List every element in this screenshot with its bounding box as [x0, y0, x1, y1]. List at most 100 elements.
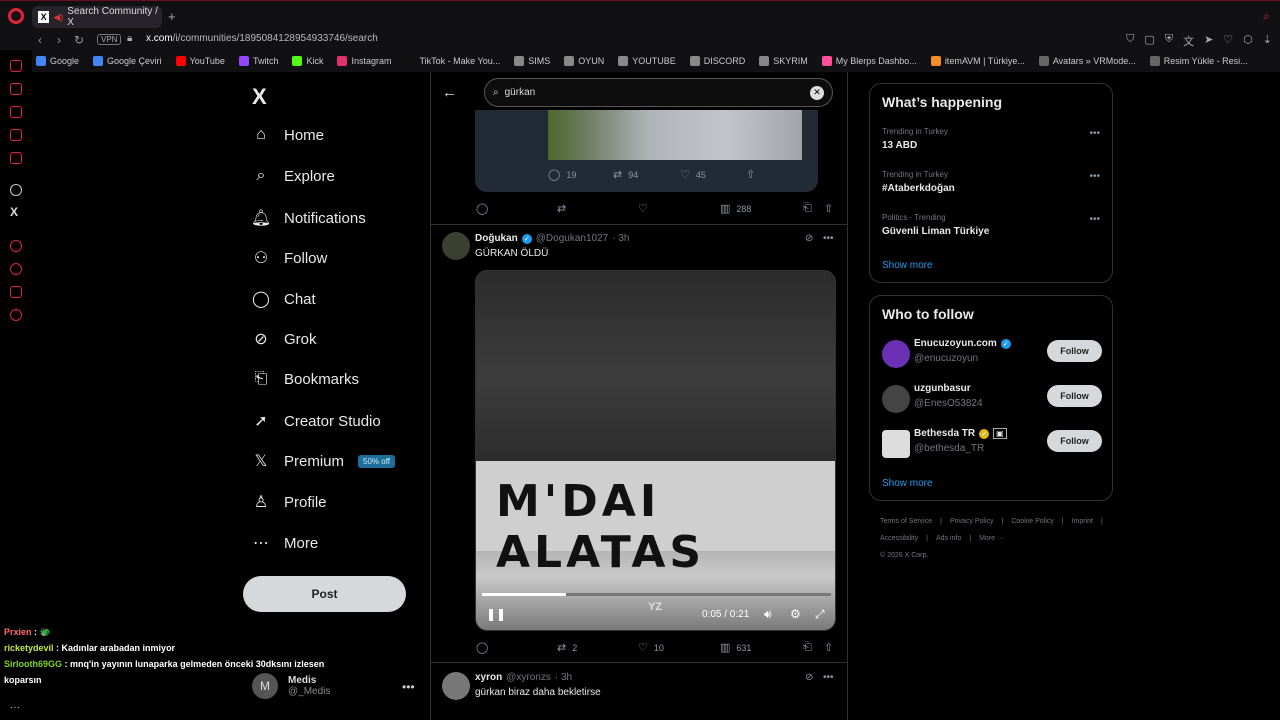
- grok-icon[interactable]: ⊘: [805, 233, 813, 244]
- snapshot-icon[interactable]: ▢: [1144, 33, 1154, 49]
- views-button[interactable]: ▥ 631: [720, 641, 751, 654]
- bookmark-item[interactable]: Google: [36, 56, 79, 66]
- nav-item-creator-studio[interactable]: ➚ Creator Studio: [250, 411, 380, 431]
- follow-button[interactable]: Follow: [1047, 340, 1102, 362]
- video-progress-bar[interactable]: [482, 593, 831, 596]
- bookmark-item[interactable]: TikTok - Make You...: [405, 56, 500, 66]
- footer-link[interactable]: Ads info: [936, 532, 961, 545]
- fullscreen-icon[interactable]: ⤢: [815, 607, 825, 622]
- footer-link[interactable]: More ···: [979, 532, 1004, 545]
- search-tabs-icon[interactable]: ⌕: [1263, 9, 1270, 24]
- nav-item-premium[interactable]: 𝕏 Premium 50% off: [250, 451, 395, 471]
- quoted-tweet-image[interactable]: [548, 110, 802, 160]
- like-button[interactable]: ♡ 10: [638, 641, 664, 654]
- volume-icon[interactable]: 🔊︎: [764, 607, 772, 622]
- footer-link[interactable]: Cookie Policy: [1011, 515, 1053, 528]
- bookmark-item[interactable]: Google Çeviri: [93, 56, 162, 66]
- dock-icon[interactable]: [10, 129, 22, 141]
- bookmark-item[interactable]: Avatars » VRMode...: [1038, 56, 1136, 66]
- trend-more-icon[interactable]: •••: [1089, 214, 1100, 225]
- tweet-author-handle[interactable]: @xyronzs: [506, 672, 551, 683]
- prev-reply-button[interactable]: ◯: [476, 202, 488, 215]
- trend-item[interactable]: 13 ABD: [882, 140, 917, 151]
- nav-item-home[interactable]: ⌂ Home: [250, 126, 324, 144]
- tweet-time[interactable]: · 3h: [612, 233, 629, 244]
- footer-link[interactable]: Terms of Service: [880, 515, 932, 528]
- show-more-link[interactable]: Show more: [882, 478, 933, 489]
- nav-item-follow[interactable]: ⚇ Follow: [250, 248, 328, 268]
- bookmark-page-icon[interactable]: ⛉: [1126, 33, 1134, 49]
- quoted-reply[interactable]: ◯ 19: [548, 168, 576, 181]
- new-tab-button[interactable]: +: [168, 9, 176, 24]
- extensions-icon[interactable]: ⬡: [1243, 33, 1253, 49]
- dock-icon[interactable]: [10, 286, 22, 298]
- adblock-icon[interactable]: ⛨: [1165, 33, 1173, 49]
- prev-bookmark-button[interactable]: ⎗: [803, 202, 812, 215]
- video-settings-icon[interactable]: ⚙: [790, 607, 801, 621]
- bookmark-item[interactable]: YouTube: [175, 56, 225, 66]
- bookmark-button[interactable]: ⎗: [803, 641, 812, 654]
- tweet-video[interactable]: M'DAI ALATAS ❚❚ YZ 0:05 / 0:21 🔊︎ ⚙ ⤢: [475, 270, 836, 631]
- browser-tab-active[interactable]: X ◀) Search Community / X: [32, 6, 162, 28]
- back-arrow-icon[interactable]: ←: [442, 84, 457, 101]
- bookmark-item[interactable]: SKYRIM: [759, 56, 808, 66]
- bookmark-item[interactable]: OYUN: [564, 56, 604, 66]
- follow-button[interactable]: Follow: [1047, 385, 1102, 407]
- vpn-badge[interactable]: VPN: [97, 34, 122, 45]
- share-button[interactable]: ⇧: [824, 641, 833, 654]
- forward-icon[interactable]: ›: [57, 33, 61, 47]
- bookmark-item[interactable]: Kick: [292, 56, 323, 66]
- post-button[interactable]: Post: [243, 576, 406, 612]
- prev-views[interactable]: ▥ 288: [720, 202, 751, 215]
- history-dock-icon[interactable]: [10, 263, 22, 275]
- bookmark-item[interactable]: SIMS: [514, 56, 550, 66]
- grok-icon[interactable]: ⊘: [805, 672, 813, 683]
- bookmark-item[interactable]: Instagram: [337, 56, 392, 66]
- translate-icon[interactable]: 文: [1183, 33, 1194, 49]
- send-icon[interactable]: ➤: [1204, 33, 1213, 49]
- nav-item-bookmarks[interactable]: ⎗ Bookmarks: [250, 370, 359, 388]
- bookmark-item[interactable]: DISCORD: [689, 56, 745, 66]
- footer-link[interactable]: Imprint: [1072, 515, 1093, 528]
- quoted-like[interactable]: ♡ 45: [680, 168, 706, 181]
- lock-icon[interactable]: 🔒︎: [127, 33, 132, 44]
- avatar[interactable]: [442, 672, 470, 700]
- dock-icon[interactable]: [10, 240, 22, 252]
- dock-icon[interactable]: [10, 106, 22, 118]
- nav-item-grok[interactable]: ⊘ Grok: [250, 329, 316, 349]
- x-dock-icon[interactable]: X: [10, 205, 18, 219]
- avatar[interactable]: [442, 232, 470, 260]
- dock-icon[interactable]: [10, 83, 22, 95]
- footer-link[interactable]: Privacy Policy: [950, 515, 994, 528]
- nav-item-profile[interactable]: ♙ Profile: [250, 492, 327, 512]
- tweet-time[interactable]: · 3h: [555, 672, 572, 683]
- footer-link[interactable]: © 2026 X Corp.: [880, 549, 1110, 562]
- tweet-more-icon[interactable]: •••: [823, 233, 834, 244]
- nav-item-more[interactable]: ⋯ More: [250, 533, 318, 553]
- quoted-repost[interactable]: ⇄ 94: [613, 168, 638, 181]
- footer-link[interactable]: Accessibility: [880, 532, 918, 545]
- dock-icon[interactable]: [10, 60, 22, 72]
- quoted-share[interactable]: ⇧: [746, 168, 755, 181]
- reload-icon[interactable]: ↻: [74, 33, 84, 47]
- follow-suggestion[interactable]: uzgunbasur @EnesO53824 Follow: [882, 383, 1102, 419]
- url-field[interactable]: x.com/i/communities/1895084128954933746/…: [146, 33, 378, 44]
- x-logo[interactable]: X: [252, 84, 267, 110]
- chatgpt-dock-icon[interactable]: [10, 184, 22, 196]
- nav-item-notifications[interactable]: 🔔︎ Notifications: [250, 208, 366, 228]
- prev-share-button[interactable]: ⇧: [824, 202, 833, 215]
- bookmark-item[interactable]: Resim Yükle - Resi...: [1149, 56, 1248, 66]
- show-more-link[interactable]: Show more: [882, 260, 933, 271]
- tweet-author-name[interactable]: xyron: [475, 672, 502, 683]
- tweet-author-handle[interactable]: @Dogukan1027: [536, 233, 608, 244]
- heart-icon[interactable]: ♡: [1223, 33, 1233, 49]
- follow-button[interactable]: Follow: [1047, 430, 1102, 452]
- settings-dock-icon[interactable]: [10, 309, 22, 321]
- pause-icon[interactable]: ❚❚: [486, 607, 506, 621]
- account-more-icon[interactable]: •••: [402, 680, 415, 694]
- clear-search-icon[interactable]: ✕: [810, 85, 824, 100]
- nav-item-explore[interactable]: ⌕ Explore: [250, 167, 335, 185]
- bookmark-item[interactable]: YOUTUBE: [618, 56, 676, 66]
- tweet-more-icon[interactable]: •••: [823, 672, 834, 683]
- trend-more-icon[interactable]: •••: [1089, 128, 1100, 139]
